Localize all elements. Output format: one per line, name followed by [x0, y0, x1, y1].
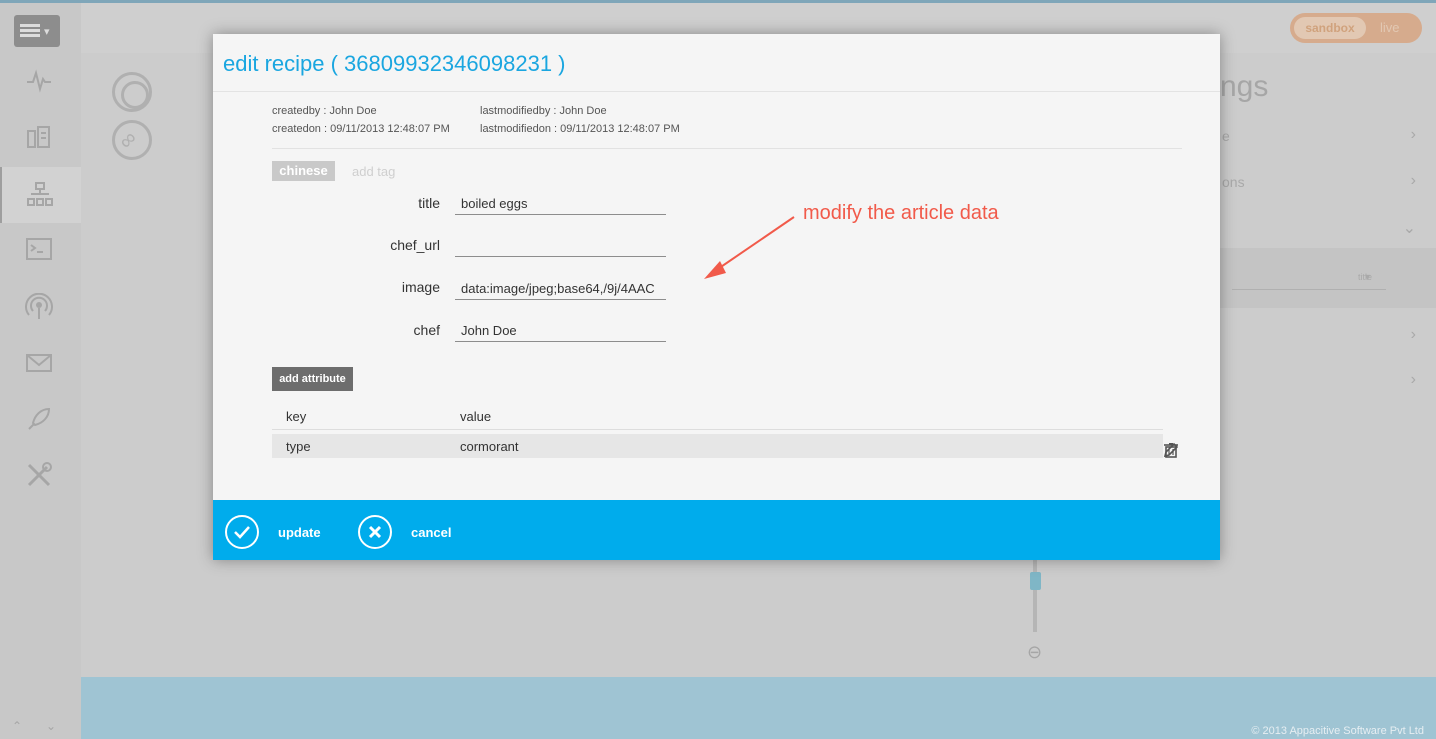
image-input[interactable] — [455, 274, 666, 300]
chef-label: chef — [413, 322, 440, 338]
live-toggle[interactable]: live — [1380, 20, 1400, 35]
settings-row[interactable]: e › — [1210, 114, 1436, 160]
menu-toggle-button[interactable]: ▾ — [14, 15, 60, 47]
key-header: key — [286, 409, 307, 424]
tools-icon[interactable] — [25, 461, 53, 489]
table-header: key value — [272, 402, 1163, 430]
console-icon[interactable] — [25, 235, 53, 263]
checkmark-icon — [225, 515, 259, 549]
settings-heading: ngs — [1220, 70, 1269, 103]
cancel-label: cancel — [411, 524, 452, 540]
sidebar: ▾ ⌃⌄ — [0, 3, 81, 739]
chef-url-input[interactable] — [455, 231, 666, 257]
schema-icon[interactable] — [25, 123, 53, 151]
sandbox-toggle[interactable]: sandbox — [1294, 17, 1366, 39]
chevron-down-icon: ▾ — [44, 26, 50, 38]
sidebar-scroll-arrows[interactable]: ⌃⌄ — [12, 719, 80, 733]
settings-row[interactable]: › — [1210, 314, 1436, 360]
annotation-arrow-icon — [704, 216, 795, 279]
chevron-right-icon: › — [1410, 326, 1416, 343]
attribute-key: type — [286, 439, 311, 454]
settings-row[interactable]: ⌄ — [1210, 206, 1436, 252]
edit-recipe-modal: edit recipe ( 36809932346098231 ) create… — [213, 34, 1220, 560]
chef-url-label: chef_url — [390, 237, 440, 253]
tag-chip[interactable]: chinese — [272, 161, 335, 181]
modal-title: edit recipe ( 36809932346098231 ) — [223, 51, 566, 76]
update-label: update — [278, 524, 321, 540]
title-input[interactable] — [455, 189, 666, 215]
modal-header: edit recipe ( 36809932346098231 ) — [213, 34, 1220, 92]
settings-select-zone: title ▼ — [1210, 248, 1436, 308]
property-select[interactable]: title ▼ — [1232, 266, 1386, 290]
zoom-out-icon[interactable]: ⊖ — [1027, 642, 1042, 663]
settings-panel: ngs e › ons › ⌄ › › — [1210, 60, 1436, 420]
list-icon — [20, 24, 40, 38]
update-button[interactable]: update — [225, 515, 321, 549]
image-label: image — [401, 279, 440, 295]
pulse-icon[interactable] — [25, 67, 53, 95]
rocket-icon[interactable] — [25, 405, 53, 433]
created-meta: createdby : John Doe createdon : 09/11/2… — [272, 105, 450, 141]
zoom-slider-handle[interactable] — [1030, 572, 1041, 590]
copyright-text: © 2013 Appacitive Software Pvt Ltd — [1251, 725, 1424, 737]
attribute-value: cormorant — [460, 439, 519, 454]
chevron-right-icon: › — [1410, 371, 1416, 388]
caret-down-icon: ▼ — [1363, 272, 1372, 282]
add-attribute-button[interactable]: add attribute — [272, 367, 353, 391]
cancel-button[interactable]: cancel — [358, 515, 451, 549]
add-tag-input[interactable]: add tag — [352, 164, 395, 179]
annotation-text: modify the article data — [803, 202, 999, 224]
createdon-text: createdon : 09/11/2013 12:48:07 PM — [272, 123, 450, 135]
value-header: value — [460, 409, 492, 424]
modified-meta: lastmodifiedby : John Doe lastmodifiedon… — [480, 105, 680, 141]
mail-icon[interactable] — [25, 349, 53, 377]
lastmodifiedon-text: lastmodifiedon : 09/11/2013 12:48:07 PM — [480, 123, 680, 135]
settings-row[interactable]: ons › — [1210, 160, 1436, 206]
chef-input[interactable] — [455, 316, 666, 342]
createdby-text: createdby : John Doe — [272, 105, 377, 117]
zoom-slider-track[interactable] — [1033, 560, 1037, 632]
close-icon — [358, 515, 392, 549]
canvas-tools — [112, 72, 154, 168]
broadcast-icon[interactable] — [25, 292, 53, 321]
chevron-right-icon: › — [1410, 172, 1416, 189]
modal-footer: update cancel — [213, 500, 1220, 560]
sidebar-item-data-active[interactable] — [0, 167, 81, 223]
environment-switch[interactable]: sandbox live — [1290, 13, 1422, 43]
table-row: type cormorant — [272, 434, 1179, 458]
title-label: title — [418, 195, 440, 211]
attributes-table: key value type cormorant — [272, 402, 1179, 458]
app-footer: © 2013 Appacitive Software Pvt Ltd — [81, 677, 1436, 739]
lastmodifiedby-text: lastmodifiedby : John Doe — [480, 105, 607, 117]
target-icon[interactable] — [112, 72, 152, 112]
meta-divider — [272, 148, 1182, 149]
chevron-down-icon: ⌄ — [1402, 220, 1416, 237]
delete-trash-icon[interactable] — [1163, 442, 1181, 460]
link-icon[interactable] — [112, 120, 152, 160]
chevron-right-icon: › — [1410, 126, 1416, 143]
settings-row[interactable]: › — [1210, 359, 1436, 405]
